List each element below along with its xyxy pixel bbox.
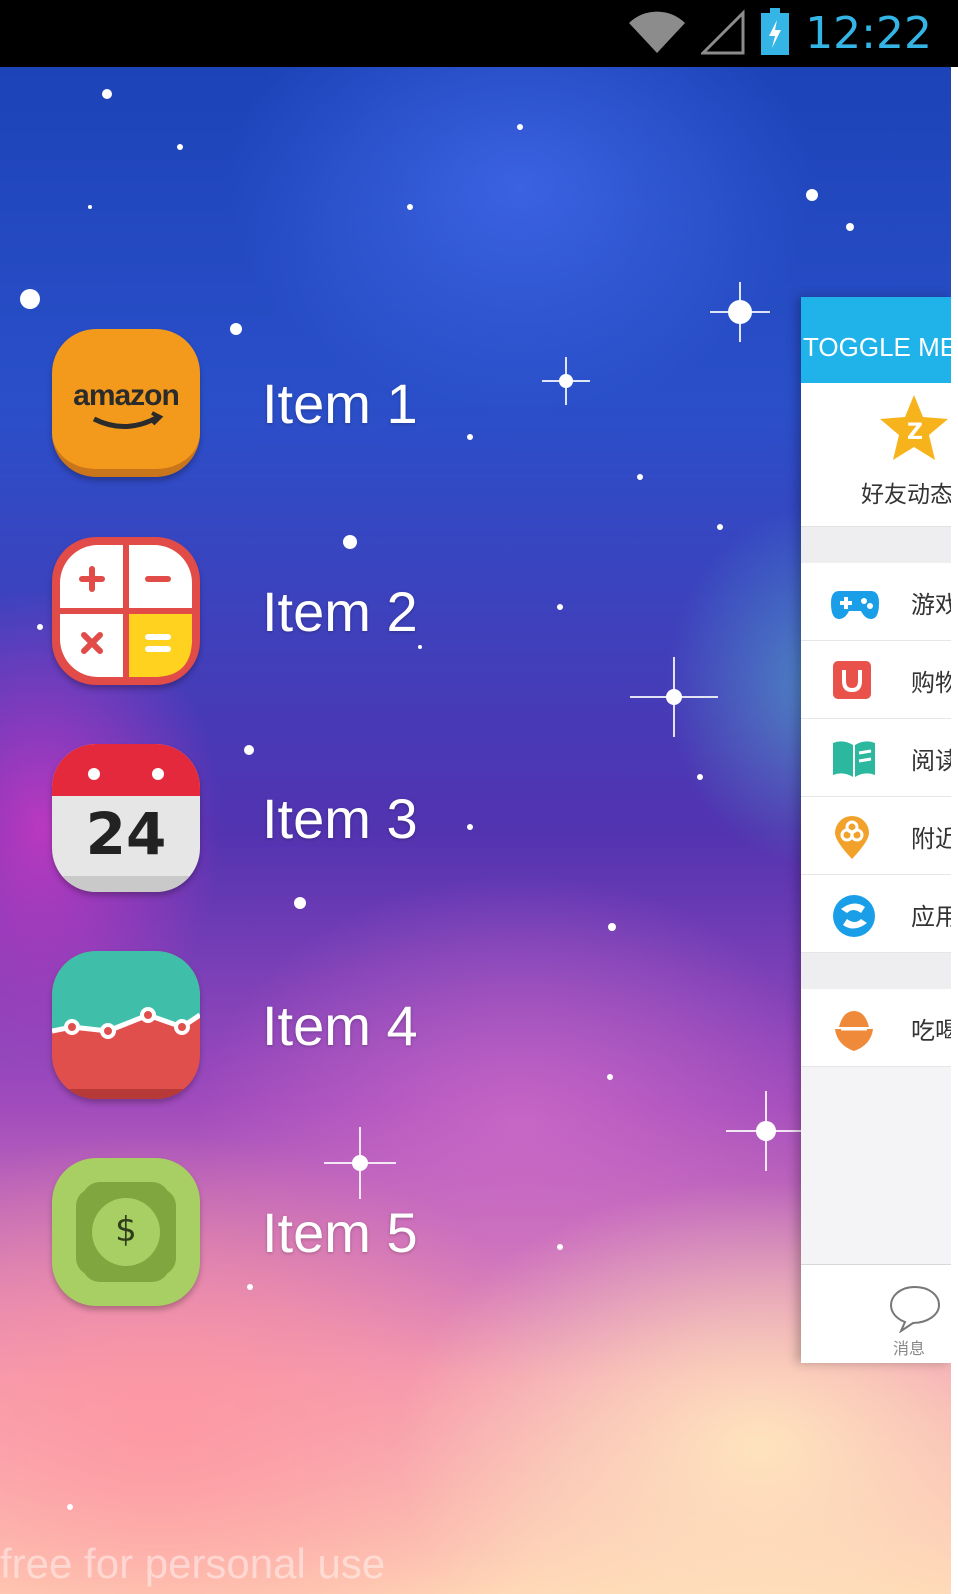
calculator-icon (52, 537, 200, 685)
list-item-label: 附近 (911, 825, 951, 853)
wifi-icon (627, 9, 687, 59)
svg-text:Z: Z (907, 420, 923, 445)
message-tab[interactable]: 消息 (887, 1283, 947, 1363)
menu-item-1[interactable]: amazon Item 1 (52, 329, 572, 477)
bottom-tab-bar: 消息 (801, 1265, 951, 1363)
menu-item-5[interactable]: $ Item 5 (52, 1158, 572, 1306)
battery-charging-icon (759, 8, 791, 60)
panel-empty-area (801, 1067, 951, 1265)
menu-item-label: Item 5 (262, 1200, 418, 1264)
menu-item-4[interactable]: Item 4 (52, 951, 572, 1099)
list-item-label: 游戏 (911, 591, 951, 619)
panel-header: TOGGLE ME (801, 297, 951, 383)
calendar-icon: 24 (52, 744, 200, 892)
list-item-reading[interactable]: 阅读 (801, 719, 951, 797)
menu-item-3[interactable]: 24 Item 3 (52, 744, 572, 892)
food-icon (831, 1007, 873, 1051)
watermark: free for personal use (0, 1540, 386, 1587)
friend-feed-label: 好友动态 (861, 482, 951, 508)
signal-icon (699, 9, 745, 59)
list-item-nearby[interactable]: 附近 (801, 797, 951, 875)
list-item-label: 吃喝 (911, 1017, 951, 1045)
menu-item-2[interactable]: Item 2 (52, 537, 572, 685)
section-gap (801, 953, 951, 989)
money-icon: $ (52, 1158, 200, 1306)
shopping-bag-icon (831, 659, 873, 701)
app-icon (831, 893, 875, 937)
list-item-food[interactable]: 吃喝 (801, 989, 951, 1067)
location-icon (831, 815, 873, 859)
dollar-sign-text: $ (115, 1210, 137, 1250)
list-item-label: 购物 (911, 669, 951, 697)
book-icon (831, 737, 875, 779)
list-item-label: 应用 (911, 903, 951, 931)
calendar-day-text: 24 (85, 800, 167, 868)
status-icons: 12:22 (627, 8, 932, 60)
status-bar: 12:22 (0, 0, 958, 67)
menu-item-label: Item 3 (262, 786, 418, 850)
menu-item-label: Item 4 (262, 993, 418, 1057)
status-time: 12:22 (805, 8, 932, 59)
list-item-apps[interactable]: 应用 (801, 875, 951, 953)
star-icon: Z (877, 393, 951, 467)
list-item-shopping[interactable]: 购物 (801, 641, 951, 719)
toggle-menu-button[interactable]: TOGGLE ME (803, 332, 951, 362)
list-item-label: 阅读 (911, 747, 951, 775)
gamepad-icon (831, 581, 879, 623)
friend-feed-section[interactable]: Z 好友动态 (801, 383, 951, 527)
main-content-panel[interactable]: TOGGLE ME Z 好友动态 游戏 购物 阅读 附近 应用 吃喝 消息 (801, 297, 951, 1363)
screen-edge (951, 67, 958, 1594)
amazon-icon: amazon (52, 329, 200, 477)
chat-bubble-icon (887, 1283, 943, 1337)
section-gap (801, 527, 951, 563)
menu-item-label: Item 2 (262, 579, 418, 643)
list-item-game[interactable]: 游戏 (801, 563, 951, 641)
message-tab-label: 消息 (893, 1339, 926, 1358)
menu-item-label: Item 1 (262, 371, 418, 435)
chart-icon (52, 951, 200, 1099)
